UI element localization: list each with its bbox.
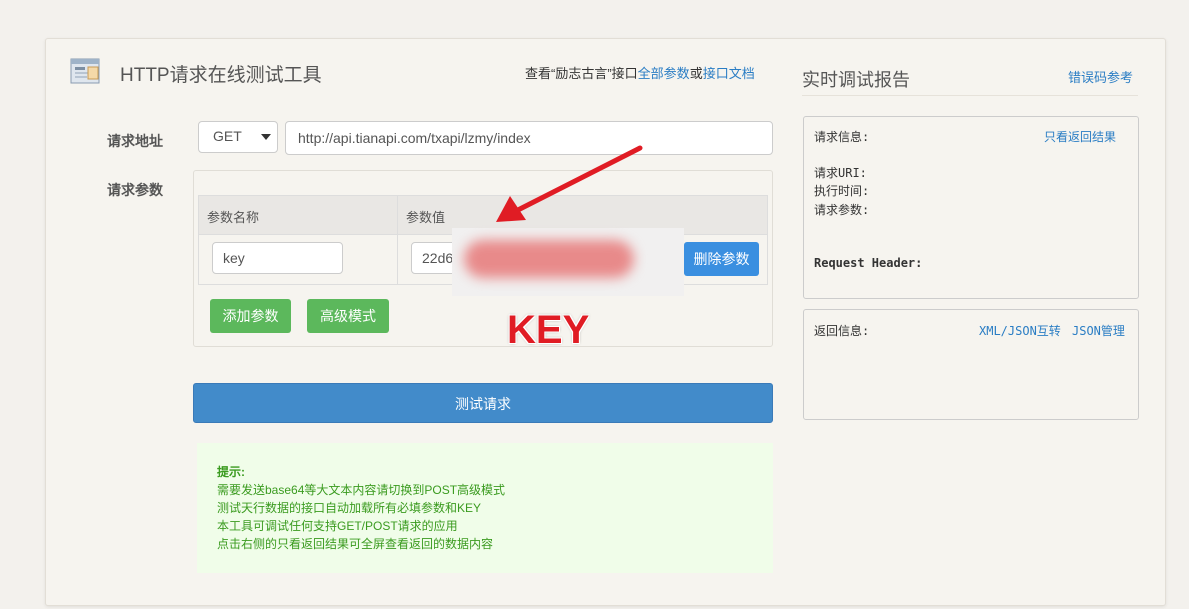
tip-line: 本工具可调试任何支持GET/POST请求的应用 [217,519,458,533]
column-divider [397,196,398,284]
request-header-label: Request Header: [814,256,923,270]
params-label: 请求参数 [107,182,163,198]
annotation-arrow-icon [496,145,643,222]
method-value: GET [213,128,242,144]
report-title: 实时调试报告 [802,70,910,90]
chevron-down-icon [261,134,271,140]
api-doc-link[interactable]: 接口文档 [703,66,755,81]
tips-box: 提示: 需要发送base64等大文本内容请切换到POST高级模式 测试天行数据的… [197,443,773,573]
divider [802,95,1138,96]
api-note: 查看“励志古言”接口全部参数或接口文档 [525,63,755,82]
delete-param-button[interactable]: 删除参数 [684,242,759,276]
redacted-key-overlay [452,228,684,296]
tips-title: 提示: [217,465,245,479]
url-label: 请求地址 [107,133,163,149]
param-name-input[interactable]: key [212,242,343,274]
api-note-or: 或 [689,66,703,81]
test-request-button[interactable]: 测试请求 [193,383,773,423]
response-info-box: 返回信息: XML/JSON互转 JSON管理 [803,309,1139,420]
request-params-label: 请求参数: [814,203,870,217]
page-title: HTTP请求在线测试工具 [120,65,322,86]
only-result-link[interactable]: 只看返回结果 [1044,128,1116,145]
tip-line: 点击右侧的只看返回结果可全屏查看返回的数据内容 [217,537,494,551]
xml-json-link[interactable]: XML/JSON互转 [979,322,1061,339]
key-annotation: KEY [507,308,590,352]
tip-line: 需要发送base64等大文本内容请切换到POST高级模式 [217,483,506,497]
add-param-button[interactable]: 添加参数 [210,299,291,333]
api-note-prefix: 查看“励志古言”接口 [525,66,638,81]
exec-time-label: 执行时间: [814,184,870,198]
advanced-mode-button[interactable]: 高级模式 [307,299,389,333]
method-select[interactable]: GET [198,121,278,153]
response-info-label: 返回信息: [814,324,870,338]
request-info-box: 请求信息: 只看返回结果 请求URI: 执行时间: 请求参数: Request … [803,116,1139,299]
all-params-link[interactable]: 全部参数 [638,66,690,81]
header-param-value: 参数值 [406,210,446,225]
header-param-name: 参数名称 [207,210,260,225]
request-uri-label: 请求URI: [814,166,867,180]
json-manage-link[interactable]: JSON管理 [1072,322,1125,339]
request-info-label: 请求信息: [814,130,870,144]
tip-line: 测试天行数据的接口自动加载所有必填参数和KEY [217,501,482,515]
app-window-icon [70,58,100,84]
error-codes-link[interactable]: 错误码参考 [1068,67,1133,86]
